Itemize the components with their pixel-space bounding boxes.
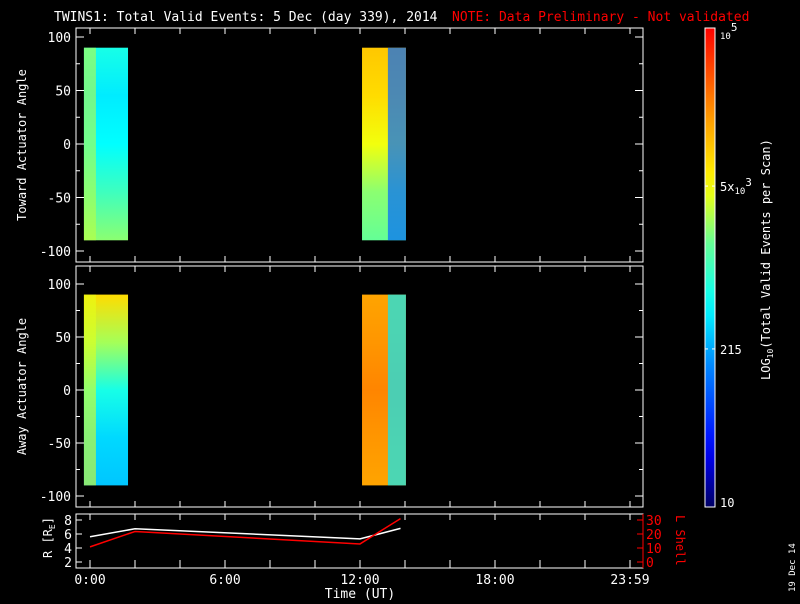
y-tick-label: 0 [63,384,71,399]
y-tick-label: 0 [63,138,71,153]
panel-toward-actuator: 100 50 0 -50 -100 Toward Actuator Angle [15,27,644,263]
colorbar-tick-label: 5x103 [720,176,752,197]
plot-title: TWINS1: Total Valid Events: 5 Dec (day 3… [54,10,438,25]
colorbar: 1055x10321510LOG10(Total Valid Events pe… [704,21,775,510]
y-tick-label: 100 [48,31,71,46]
colorbar-label: LOG10(Total Valid Events per Scan) [759,139,775,380]
twins-plot: TWINS1: Total Valid Events: 5 Dec (day 3… [15,10,798,602]
y-tick-label: 4 [64,542,72,557]
y-tick-label: 6 [64,528,72,543]
scan-edge [387,47,406,241]
colorbar-scale [704,27,716,508]
scan-edge [83,294,96,486]
y2-tick-label: 0 [646,556,654,571]
y-axis-label: Away Actuator Angle [15,318,29,455]
y-tick-label: 8 [64,514,72,529]
footer-date: 19 Dec 14 [788,543,798,592]
x-tick-label: 12:00 [340,573,379,588]
colorbar-tick-label: 10 [720,496,734,510]
y-tick-label: -100 [40,490,71,505]
y-tick-label: 100 [48,278,71,293]
orbit-panel: 0:00 6:00 12:00 18:00 23:59 Time (UT) 8642 3020… [41,513,687,602]
x-tick-label: 6:00 [209,573,240,588]
y2-tick-label: 10 [646,542,662,557]
y-tick-label: 2 [64,556,72,571]
y-tick-label: -50 [48,437,71,452]
y-tick-label: 50 [55,85,71,100]
panel-away-actuator: 100 50 0 -50 -100 Away Actuator Angle [15,265,644,508]
series-line-l-shell [89,517,401,548]
x-axis-label: Time (UT) [325,587,395,600]
x-tick-label: 0:00 [74,573,105,588]
x-tick-label: 18:00 [475,573,514,588]
y-axis-label: R [RE] [41,517,57,558]
preliminary-note: NOTE: Data Preliminary - Not validated [452,10,749,25]
y-tick-label: -100 [40,245,71,260]
y-axis-label: Toward Actuator Angle [15,69,29,221]
y2-tick-label: 20 [646,528,662,543]
colorbar-tick-label: 215 [720,343,742,357]
panel-frame [75,27,644,263]
y2-axis-label: L Shell [673,515,687,566]
y-tick-label: 50 [55,331,71,346]
y-tick-label: -50 [48,192,71,207]
scan-edge [387,294,406,486]
y2-tick-label: 30 [646,514,662,529]
orbit-panel-frame [75,513,644,569]
scan-edge [83,47,96,241]
panel-frame [75,265,644,508]
x-tick-label: 23:59 [610,573,649,588]
